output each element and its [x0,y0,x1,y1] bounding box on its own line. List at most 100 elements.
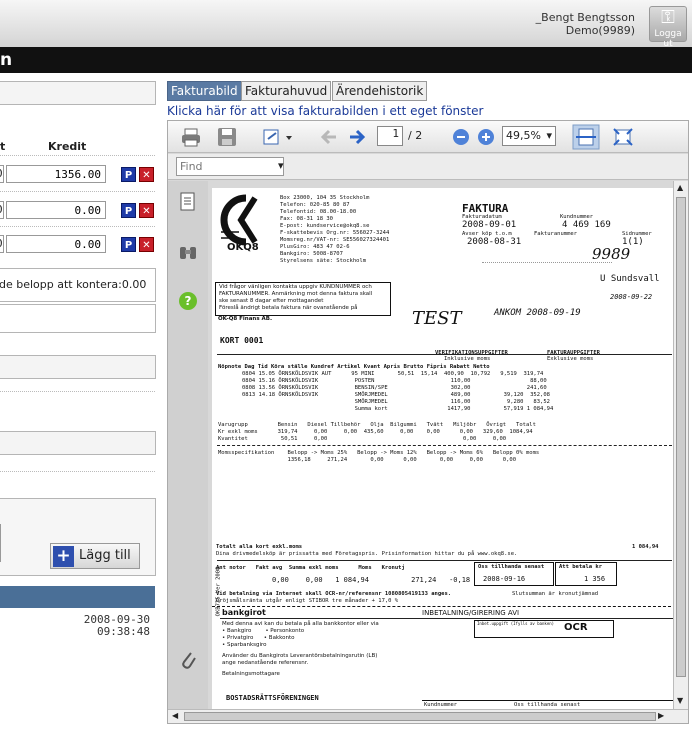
interest-note: Dröjsmålsränta utgår enligt STIBOR tre m… [216,598,399,604]
okq8-logo: OKQ8 [220,194,259,252]
logout-label: Logga ut [654,29,682,49]
viewer-sidebar: ? [168,181,208,709]
vertical-scrollbar[interactable]: ▲ ▼ [673,181,688,709]
pdf-viewer: 1 / 2 49,5% ▾ Find ▾ ? OKQ8 Box 23000, 10… [167,120,689,724]
new-account-field[interactable] [0,524,1,562]
zoom-select[interactable]: 49,5% ▾ [502,126,556,146]
fit-width-icon[interactable] [572,124,600,150]
delete-button[interactable]: ✕ [139,237,154,252]
divider [0,226,155,227]
section-box [0,431,156,455]
p-button[interactable]: P [121,237,136,252]
divider [0,471,155,472]
chevron-down-icon: ▾ [546,129,552,142]
open-image-window-link[interactable]: Klicka här för att visa fakturabilden i … [167,104,483,118]
pages-icon[interactable] [178,191,198,213]
add-button[interactable]: + Lägg till [50,543,140,569]
timestamp: 2008-09-30 09:38:48 [70,614,150,638]
svg-text:OKQ8: OKQ8 [227,242,259,252]
invoice-page: OKQ8 Box 23000, 104 35 Stockholm Telefon:… [212,188,676,711]
tab-fakturahuvud[interactable]: Fakturahuvud [241,81,332,101]
verification-subheader: Inklusive moms [444,356,491,362]
divider [220,618,676,619]
remaining-amount: de belopp att kontera:0.00 [0,278,147,291]
account-row: 0 P ✕ [0,162,160,188]
chevron-down-icon[interactable]: ▾ [278,159,284,172]
find-input[interactable]: Find [176,157,284,176]
vat-specification: Momsspecifikation Belopp -> Moms 25% Bel… [218,450,540,463]
delete-button[interactable]: ✕ [139,203,154,218]
horizontal-scrollbar[interactable]: ◀ ▶ [168,709,688,723]
form-code: OKB725 Ver 2008 [215,566,222,617]
tab-arendehistorik[interactable]: Ärendehistorik [332,81,428,101]
credit-field[interactable] [6,235,106,253]
attachment-icon[interactable] [179,648,197,672]
fit-page-icon[interactable] [612,127,634,147]
delete-button[interactable]: ✕ [139,167,154,182]
footer-values: 0,00 0,00 1 084,94 271,24 -0,18 [272,576,471,584]
p-button[interactable]: P [121,167,136,182]
due-date-box: Oss tillhanda senast 2008-09-16 [474,562,554,586]
stamp-date: 2008-09-22 [610,293,653,301]
print-icon[interactable] [180,127,202,147]
page-total: / 2 [408,129,423,142]
top-header: _Bengt Bengtsson Demo(9989) ⚿ Logga ut [0,0,692,49]
key-icon: ⚿ [661,7,675,28]
binoculars-icon[interactable] [178,243,198,263]
ocr-box: Inbet.uppgift (Ifylls av banken) [474,620,614,638]
scroll-down-icon[interactable]: ▼ [677,696,683,705]
divider [217,560,672,561]
debit-field[interactable]: 0 [0,235,4,253]
zoom-in-icon[interactable] [475,127,497,147]
received-stamp: ANKOM 2008-09-19 [494,308,581,318]
user-info: _Bengt Bengtsson Demo(9989) [536,11,635,37]
debit-field[interactable]: 0 [0,165,4,183]
divider [0,191,155,192]
remaining-box: de belopp att kontera:0.00 [0,268,156,302]
p-button[interactable]: P [121,203,136,218]
comment-field[interactable] [0,304,156,333]
user-name: _Bengt Bengtsson [535,11,635,24]
credit-field[interactable] [6,201,106,219]
previous-page-icon[interactable] [318,127,340,147]
help-icon[interactable]: ? [178,291,198,311]
debit-field[interactable]: 0 [0,201,4,219]
credit-field[interactable] [6,165,106,183]
scroll-up-icon[interactable]: ▲ [677,183,683,192]
notice-box: Vid frågor vänligen kontakta uppgiv KUND… [215,282,391,316]
scroll-left-icon[interactable]: ◀ [172,711,178,720]
account-row: 0 P ✕ [0,198,160,224]
zoom-out-icon[interactable] [450,127,472,147]
page-number-input[interactable]: 1 [377,126,403,146]
scroll-thumb[interactable] [184,712,656,721]
plus-icon: + [53,546,74,567]
scroll-right-icon[interactable]: ▶ [658,711,664,720]
company-name: Demo(9989) [565,24,635,37]
title-bar: n [0,47,692,73]
section-box [0,355,156,379]
divider [217,445,672,446]
total-excl: 1 084,94 [632,544,659,550]
notice-footer: OK-Q8 Finans AB. [218,316,273,322]
logout-button[interactable]: ⚿ Logga ut [649,6,687,49]
col-header-t: t [0,140,6,153]
payment-note: Vid betalning via Internet skall OCR-nr/… [216,591,452,597]
find-bar: Find ▾ [168,154,688,180]
divider [0,155,155,156]
sender-address: Box 23000, 104 35 Stockholm Telefon: 020-… [280,195,390,264]
due-date: 2008-09-16 [483,575,526,583]
title-bar-text: n [0,50,13,70]
footer-labels: Ant notor Fakt avg Summa exkl moms Moms … [216,565,405,571]
svg-text:?: ? [185,294,192,308]
divider [212,606,676,607]
total-excl-label: Totalt alla kort exkl.moms [216,544,303,550]
tab-fakturabild[interactable]: Fakturabild [167,81,242,101]
viewer-toolbar: 1 / 2 49,5% ▾ [168,121,688,153]
scroll-thumb[interactable] [676,197,686,677]
save-icon[interactable] [216,127,238,147]
amount-due: 1 356 [584,575,606,583]
invoice-viewer-panel: Fakturabild Fakturahuvud Ärendehistorik … [164,79,692,730]
invoice-number-label: Fakturanummer [534,231,578,237]
next-page-icon[interactable] [346,127,368,147]
sign-icon[interactable] [262,127,296,147]
